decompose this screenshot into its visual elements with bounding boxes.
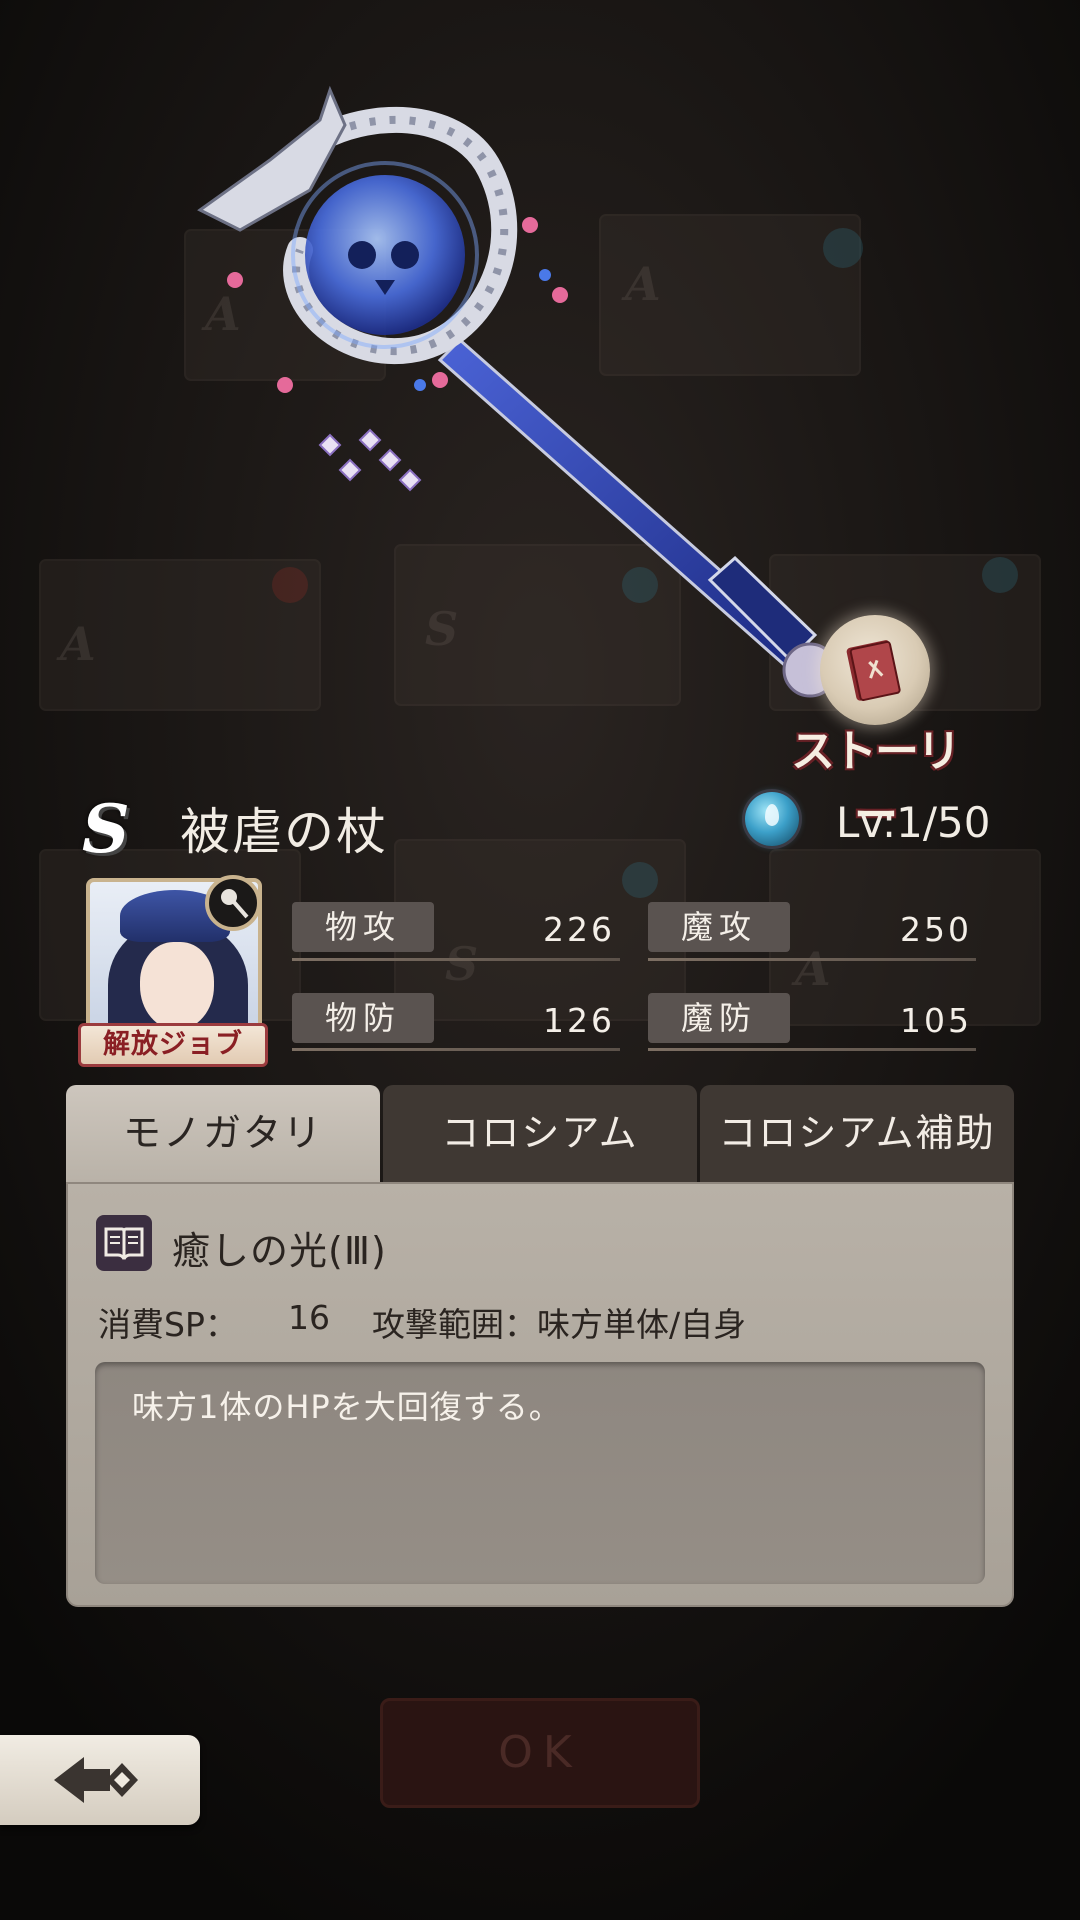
phys-atk-value: 226 xyxy=(543,910,615,949)
tab-monogatari[interactable]: モノガタリ xyxy=(66,1085,380,1182)
mag-def-value: 105 xyxy=(900,1001,972,1040)
svg-text:A: A xyxy=(56,617,96,671)
sp-cost-label: 消費SP： xyxy=(98,1305,238,1344)
phys-def-value: 126 xyxy=(543,1001,615,1040)
sp-cost-value: 16 xyxy=(288,1298,330,1337)
water-element-icon xyxy=(745,792,799,846)
rank-badge: S xyxy=(82,790,130,868)
staff-type-icon xyxy=(205,875,261,931)
skill-name: 癒しの光(Ⅲ) xyxy=(172,1229,387,1273)
tab-colosseum[interactable]: コロシアム xyxy=(383,1085,697,1182)
svg-text:A: A xyxy=(791,942,831,996)
story-button[interactable]: ストーリー xyxy=(775,615,975,841)
weapon-level: Lv:1/50 xyxy=(836,798,991,847)
attack-range: 攻撃範囲：味方単体/自身 xyxy=(372,1305,747,1344)
unlock-job-banner: 解放ジョブ xyxy=(78,1023,268,1067)
stat-divider xyxy=(292,958,620,961)
book-icon xyxy=(96,1215,152,1271)
tab-colosseum-support[interactable]: コロシアム補助 xyxy=(700,1085,1014,1182)
weapon-name: 被虐の杖 xyxy=(180,803,388,861)
back-button[interactable] xyxy=(0,1735,200,1825)
skill-description: 味方1体のHPを大回復する。 xyxy=(132,1388,562,1426)
stat-divider xyxy=(648,1048,976,1051)
mag-def-label: 魔防 xyxy=(648,993,790,1043)
stat-divider xyxy=(648,958,976,961)
ok-button[interactable]: OK xyxy=(380,1698,700,1808)
stat-divider xyxy=(292,1048,620,1051)
phys-atk-label: 物攻 xyxy=(292,902,434,952)
story-book-icon xyxy=(846,640,901,702)
back-arrow-icon xyxy=(54,1757,138,1803)
mag-atk-label: 魔攻 xyxy=(648,902,790,952)
phys-def-label: 物防 xyxy=(292,993,434,1043)
mag-atk-value: 250 xyxy=(900,910,972,949)
story-button-badge xyxy=(820,615,930,725)
